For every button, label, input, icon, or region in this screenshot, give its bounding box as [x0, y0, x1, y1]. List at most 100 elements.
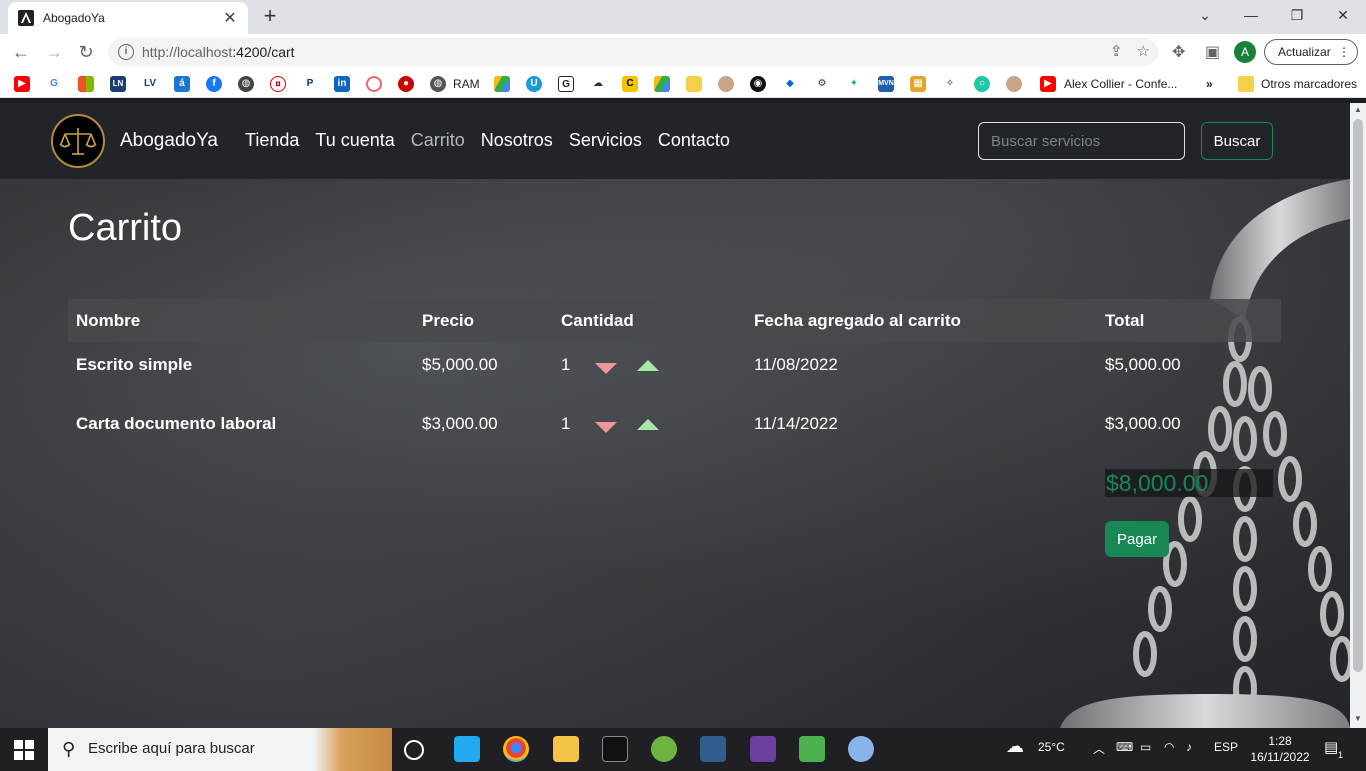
- gear-bookmark-icon[interactable]: ⚙: [814, 76, 830, 92]
- other-bookmarks-label[interactable]: Otros marcadores: [1261, 77, 1357, 91]
- globe-bookmark-icon[interactable]: ◍: [238, 76, 254, 92]
- nav-link-carrito[interactable]: Carrito: [411, 130, 465, 151]
- facebook-bookmark-icon[interactable]: f: [206, 76, 222, 92]
- vscode-taskbar-icon[interactable]: [454, 736, 480, 762]
- lv-bookmark-icon[interactable]: LV: [142, 76, 158, 92]
- decrease-quantity-icon[interactable]: [595, 362, 617, 374]
- minimize-button[interactable]: —: [1228, 0, 1274, 32]
- nav-link-tienda[interactable]: Tienda: [245, 130, 299, 151]
- sql-taskbar-icon[interactable]: [700, 736, 726, 762]
- show-hidden-icons[interactable]: ︿: [1093, 740, 1105, 757]
- search-button[interactable]: Buscar: [1201, 122, 1273, 160]
- drive-bookmark-icon[interactable]: [494, 76, 510, 92]
- close-window-button[interactable]: ✕: [1320, 0, 1366, 32]
- cloud-bookmark-icon[interactable]: ☁: [590, 76, 606, 92]
- doc-bookmark-icon[interactable]: G: [558, 76, 574, 92]
- app-taskbar-icon[interactable]: [750, 736, 776, 762]
- notifications-icon[interactable]: ▤: [1324, 738, 1338, 756]
- increase-quantity-icon[interactable]: [637, 359, 659, 371]
- reload-icon[interactable]: ↻: [74, 40, 98, 64]
- pay-button[interactable]: Pagar: [1105, 521, 1169, 557]
- site-info-icon[interactable]: i: [118, 44, 134, 60]
- linkedin-bookmark-icon[interactable]: in: [334, 76, 350, 92]
- volume-icon[interactable]: ♪: [1186, 740, 1192, 754]
- note-bookmark-icon[interactable]: [686, 76, 702, 92]
- taskbar-search-placeholder[interactable]: Escribe aquí para buscar: [88, 740, 255, 757]
- chart-taskbar-icon[interactable]: [799, 736, 825, 762]
- item-quantity: 1: [561, 414, 571, 433]
- spring-taskbar-icon[interactable]: [651, 736, 677, 762]
- microsoft-bookmark-icon[interactable]: [78, 76, 94, 92]
- paint-taskbar-icon[interactable]: [848, 736, 874, 762]
- restore-button[interactable]: ❐: [1274, 0, 1320, 32]
- ln-bookmark-icon[interactable]: LN: [110, 76, 126, 92]
- nav-link-servicios[interactable]: Servicios: [569, 130, 642, 151]
- tab-search-icon[interactable]: ⌄: [1182, 0, 1228, 32]
- scroll-up-icon[interactable]: ▲: [1350, 105, 1366, 114]
- taskbar-clock[interactable]: 1:28 16/11/2022: [1245, 733, 1315, 765]
- forward-icon[interactable]: →: [42, 40, 66, 64]
- sparkle-bookmark-icon[interactable]: ✧: [942, 76, 958, 92]
- share-icon[interactable]: ⇪: [1110, 42, 1123, 60]
- circle-bookmark-icon[interactable]: ¤: [270, 76, 286, 92]
- temperature[interactable]: 25°C: [1038, 740, 1065, 754]
- weather-icon[interactable]: ☁: [1006, 736, 1024, 757]
- decrease-quantity-icon[interactable]: [595, 421, 617, 433]
- battery-icon[interactable]: ▭: [1140, 740, 1151, 754]
- ring-bookmark-icon[interactable]: [366, 76, 382, 92]
- c-bookmark-icon[interactable]: C: [622, 76, 638, 92]
- terminal-taskbar-icon[interactable]: [602, 736, 628, 762]
- column-header: Fecha agregado al carrito: [754, 310, 961, 330]
- google-bookmark-icon[interactable]: G: [46, 76, 62, 92]
- youtube-bookmark-label[interactable]: Alex Collier - Confe...: [1064, 77, 1177, 91]
- file-explorer-taskbar-icon[interactable]: [553, 736, 579, 762]
- device-icon[interactable]: ⌨: [1116, 740, 1133, 754]
- a-bookmark-icon[interactable]: á: [174, 76, 190, 92]
- avatar-bookmark-icon[interactable]: [718, 76, 734, 92]
- nav-link-contacto[interactable]: Contacto: [658, 130, 730, 151]
- bookmark-star-icon[interactable]: ☆: [1137, 42, 1150, 60]
- paypal-bookmark-icon[interactable]: P: [302, 76, 318, 92]
- green-circle-bookmark-icon[interactable]: ○: [974, 76, 990, 92]
- taskbar-search[interactable]: ⚲ Escribe aquí para buscar: [48, 728, 392, 771]
- side-panel-icon[interactable]: ▣: [1205, 42, 1220, 62]
- puzzle-bookmark-icon[interactable]: ✦: [846, 76, 862, 92]
- nav-link-nosotros[interactable]: Nosotros: [481, 130, 553, 151]
- ram-globe-icon[interactable]: ◍: [430, 76, 446, 92]
- more-bookmarks-icon[interactable]: »: [1206, 77, 1213, 91]
- increase-quantity-icon[interactable]: [637, 418, 659, 430]
- red-dot-bookmark-icon[interactable]: ●: [398, 76, 414, 92]
- search-services-input[interactable]: [978, 122, 1185, 160]
- browser-tab[interactable]: AbogadoYa ✕: [8, 2, 248, 34]
- youtube-2-bookmark-icon[interactable]: ▶: [1040, 76, 1056, 92]
- cortana-icon[interactable]: [404, 740, 424, 760]
- mvn-bookmark-icon[interactable]: MVN: [878, 76, 894, 92]
- chrome-taskbar-icon[interactable]: [503, 736, 529, 762]
- close-tab-icon[interactable]: ✕: [222, 8, 238, 28]
- url-text[interactable]: http://localhost:4200/cart: [142, 44, 295, 60]
- nav-link-tu-cuenta[interactable]: Tu cuenta: [315, 130, 394, 151]
- page-scrollbar[interactable]: ▲ ▼: [1350, 103, 1366, 728]
- box-bookmark-icon[interactable]: ▦: [910, 76, 926, 92]
- avatar-2-bookmark-icon[interactable]: [1006, 76, 1022, 92]
- menu-dots-icon[interactable]: ⋮: [1338, 40, 1350, 64]
- site-logo[interactable]: [51, 114, 105, 168]
- ram-bookmark-label[interactable]: RAM: [453, 77, 480, 91]
- scrollbar-thumb[interactable]: [1353, 119, 1363, 672]
- brand-name[interactable]: AbogadoYa: [120, 130, 218, 152]
- address-bar[interactable]: i http://localhost:4200/cart ⇪ ☆: [108, 38, 1158, 66]
- language-indicator[interactable]: ESP: [1214, 740, 1238, 754]
- github-bookmark-icon[interactable]: ◉: [750, 76, 766, 92]
- youtube-bookmark-icon[interactable]: ▶: [14, 76, 30, 92]
- new-tab-button[interactable]: +: [258, 4, 282, 28]
- extensions-icon[interactable]: ✥: [1172, 42, 1185, 62]
- scroll-down-icon[interactable]: ▼: [1350, 714, 1366, 723]
- back-icon[interactable]: ←: [9, 40, 33, 64]
- drive-2-bookmark-icon[interactable]: [654, 76, 670, 92]
- u-bookmark-icon[interactable]: U: [526, 76, 542, 92]
- update-button[interactable]: Actualizar ⋮: [1264, 39, 1358, 65]
- dropbox-bookmark-icon[interactable]: ◆: [782, 76, 798, 92]
- windows-start-icon[interactable]: [14, 740, 34, 760]
- wifi-icon[interactable]: ◠: [1164, 740, 1174, 754]
- profile-avatar[interactable]: A: [1234, 41, 1256, 63]
